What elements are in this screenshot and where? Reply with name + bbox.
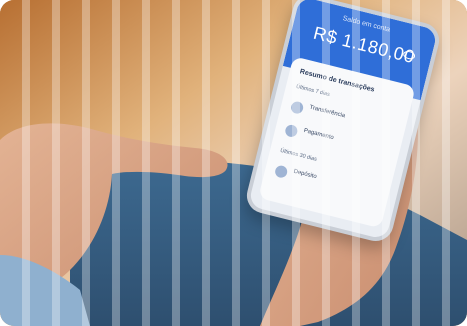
photo-scene: Saldo em conta R$ 1.180,00 Resumo de tra… (0, 0, 467, 326)
transaction-title: Depósito (292, 168, 318, 181)
transaction-icon (284, 123, 299, 139)
transaction-icon (289, 100, 305, 115)
transaction-title: Transferência (308, 104, 346, 120)
transaction-row[interactable]: Depósito (273, 161, 383, 207)
transactions-card: Resumo de transações Últimos 7 dias Tran… (258, 56, 416, 229)
transaction-icon (273, 164, 289, 179)
transaction-title: Pagamento (302, 127, 335, 142)
group-label-2: Últimos 30 dias (279, 147, 318, 163)
group-label-1: Últimos 7 dias (295, 83, 331, 99)
